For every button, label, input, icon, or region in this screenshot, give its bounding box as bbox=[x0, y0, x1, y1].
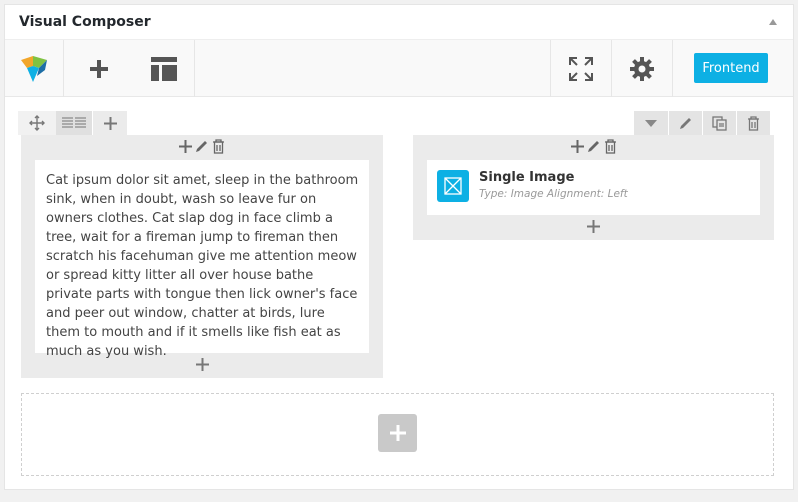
column-right: Single Image Type: Image Alignment: Left bbox=[413, 135, 774, 240]
pencil-icon bbox=[196, 141, 207, 152]
trash-icon bbox=[604, 138, 616, 154]
plus-icon bbox=[570, 139, 584, 153]
plus-icon bbox=[587, 220, 600, 233]
clone-icon bbox=[712, 115, 727, 131]
plus-icon bbox=[195, 358, 209, 371]
column-controls bbox=[21, 137, 383, 155]
plus-icon bbox=[389, 425, 406, 441]
row-move-handle[interactable] bbox=[18, 111, 56, 135]
trash-icon bbox=[213, 138, 224, 154]
column-add-button[interactable] bbox=[570, 139, 584, 153]
column-edit-button[interactable] bbox=[195, 139, 209, 153]
element-title: Single Image bbox=[479, 170, 575, 185]
image-icon bbox=[444, 177, 462, 195]
plus-icon bbox=[179, 139, 192, 153]
column-add-element-bottom[interactable] bbox=[21, 358, 383, 372]
add-row-button[interactable] bbox=[378, 414, 417, 452]
chevron-down-icon bbox=[645, 119, 657, 127]
row-delete-button[interactable] bbox=[736, 111, 770, 135]
toolbar: Frontend bbox=[5, 40, 793, 97]
panel-header: Visual Composer bbox=[5, 5, 793, 40]
add-row-area bbox=[21, 393, 774, 476]
column-controls bbox=[413, 137, 774, 155]
frontend-button[interactable]: Frontend bbox=[694, 53, 768, 83]
fullscreen-icon bbox=[569, 56, 593, 81]
row-toggle-button[interactable] bbox=[634, 111, 668, 135]
trash-icon bbox=[748, 115, 759, 131]
vc-logo-button[interactable] bbox=[5, 40, 63, 97]
plus-icon bbox=[103, 116, 117, 130]
column-layout-icon bbox=[62, 117, 86, 128]
row-edit-button[interactable] bbox=[668, 111, 702, 135]
column-layout-button[interactable] bbox=[56, 111, 92, 135]
column-edit-button[interactable] bbox=[587, 139, 601, 153]
move-icon bbox=[29, 115, 45, 131]
single-image-element[interactable]: Single Image Type: Image Alignment: Left bbox=[427, 160, 760, 215]
add-element-button[interactable] bbox=[64, 40, 134, 97]
column-delete-button[interactable] bbox=[212, 138, 225, 154]
vc-logo-icon bbox=[21, 55, 47, 82]
text-block-content: Cat ipsum dolor sit amet, sleep in the b… bbox=[46, 173, 359, 359]
element-meta: Type: Image Alignment: Left bbox=[479, 188, 628, 200]
panel-title: Visual Composer bbox=[19, 14, 151, 30]
gear-icon bbox=[630, 56, 654, 81]
settings-button[interactable] bbox=[612, 40, 672, 97]
pencil-icon bbox=[587, 141, 599, 152]
plus-icon bbox=[90, 59, 108, 78]
fullscreen-button[interactable] bbox=[551, 40, 611, 97]
row-controls-left bbox=[18, 111, 127, 135]
column-add-button[interactable] bbox=[179, 139, 192, 153]
column-add-element-bottom[interactable] bbox=[413, 220, 774, 234]
collapse-arrow-icon[interactable] bbox=[769, 19, 777, 25]
row-add-column-button[interactable] bbox=[92, 111, 127, 135]
layout-template-icon bbox=[151, 56, 177, 81]
column-left: Cat ipsum dolor sit amet, sleep in the b… bbox=[21, 135, 383, 378]
templates-button[interactable] bbox=[134, 40, 194, 97]
image-element-icon bbox=[437, 170, 469, 202]
pencil-icon bbox=[679, 118, 691, 129]
text-block-element[interactable]: Cat ipsum dolor sit amet, sleep in the b… bbox=[35, 160, 369, 359]
row-controls-right bbox=[634, 111, 770, 135]
row-clone-button[interactable] bbox=[702, 111, 736, 135]
column-delete-button[interactable] bbox=[604, 138, 617, 154]
